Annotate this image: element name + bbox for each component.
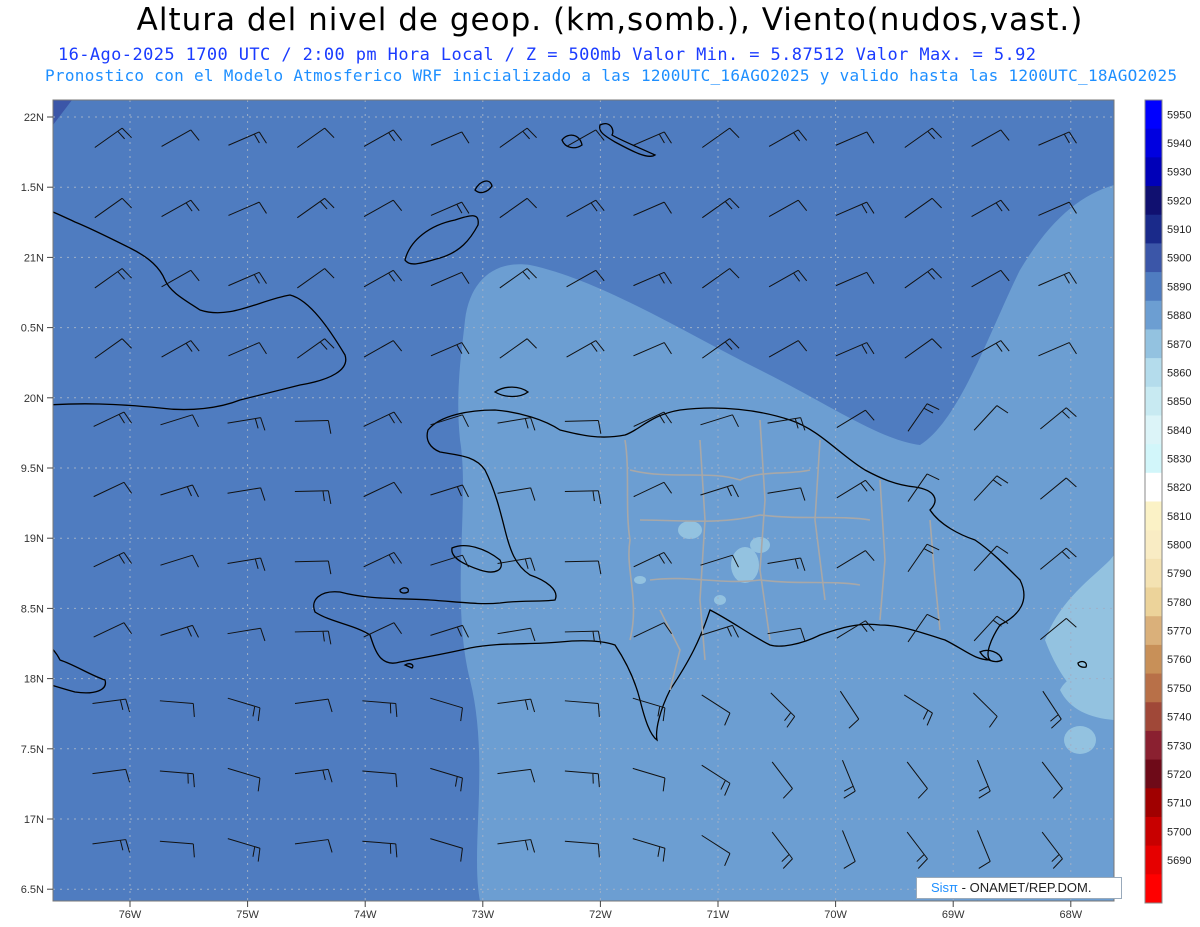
colorbar-swatch: [1145, 386, 1162, 416]
colorbar-label: 5850: [1167, 396, 1191, 408]
wind-barb: [977, 900, 991, 901]
lon-label: 72W: [589, 909, 612, 921]
colorbar-label: 5780: [1167, 597, 1191, 609]
colorbar: 5950 5940 5930 5920 5910 5900 5890 5880 5870 5860…: [1144, 99, 1191, 904]
lon-label: 75W: [236, 909, 259, 921]
forecast-map: 22N 1.5N 21N 0.5N 20N 9.5N 19N 8.5N 18N 7.5N 17N 6.…: [21, 99, 1191, 927]
lon-label: 70W: [824, 909, 847, 921]
colorbar-label: 5950: [1167, 109, 1191, 121]
wind-barb: [159, 902, 199, 927]
colorbar-label: 5710: [1167, 798, 1191, 810]
colorbar-label: 5790: [1167, 568, 1191, 580]
field-layer: [53, 100, 1114, 901]
colorbar-swatch: [1145, 272, 1162, 302]
lat-label: 19N: [24, 533, 44, 545]
lon-label: 73W: [471, 909, 494, 921]
colorbar-swatch: [1145, 128, 1162, 158]
lon-label: 76W: [119, 909, 142, 921]
colorbar-swatch: [1145, 759, 1162, 789]
colorbar-swatch: [1145, 501, 1162, 531]
lon-label: 68W: [1059, 909, 1082, 921]
credit-box: Sisπ - ONAMET/REP.DOM.: [916, 877, 1122, 899]
colorbar-swatch: [1145, 788, 1162, 818]
colorbar-swatch: [1145, 644, 1162, 675]
colorbar-swatch: [1145, 874, 1162, 904]
colorbar-swatch: [1145, 558, 1162, 589]
latitude-labels: 22N 1.5N 21N 0.5N 20N 9.5N 19N 8.5N 18N 7.5N 17N 6.…: [21, 112, 53, 896]
colorbar-label: 5870: [1167, 339, 1191, 351]
colorbar-swatch: [1145, 702, 1162, 732]
colorbar-swatch: [1145, 157, 1162, 187]
wind-barb: [295, 904, 335, 922]
colorbar-swatch: [1145, 816, 1162, 847]
colorbar-swatch: [1145, 100, 1162, 130]
credit-org: - ONAMET/REP.DOM.: [961, 880, 1092, 895]
lat-label: 0.5N: [21, 323, 44, 335]
colorbar-label: 5840: [1167, 425, 1191, 437]
lat-label: 18N: [24, 674, 44, 686]
wind-barb: [497, 904, 537, 922]
colorbar-swatch: [1145, 186, 1162, 216]
colorbar-swatch: [1145, 472, 1162, 502]
lat-label: 22N: [24, 112, 44, 124]
lat-label: 20N: [24, 393, 44, 405]
colorbar-label: 5760: [1167, 654, 1191, 666]
colorbar-swatch: [1145, 845, 1162, 875]
colorbar-label: 5830: [1167, 453, 1191, 465]
colorbar-label: 5860: [1167, 367, 1191, 379]
colorbar-swatch: [1145, 358, 1162, 388]
colorbar-swatch: [1145, 530, 1162, 560]
colorbar-label: 5820: [1167, 482, 1191, 494]
lon-label: 71W: [707, 909, 730, 921]
lat-label: 7.5N: [21, 744, 44, 756]
lon-label: 69W: [942, 909, 965, 921]
colorbar-label: 5900: [1167, 253, 1191, 265]
colorbar-label: 5890: [1167, 281, 1191, 293]
credit-brand: Sisπ: [931, 880, 959, 895]
colorbar-swatch: [1145, 587, 1162, 617]
colorbar-label: 5690: [1167, 855, 1191, 867]
lon-label: 74W: [354, 909, 377, 921]
wind-barb: [905, 899, 929, 927]
colorbar-label: 5730: [1167, 740, 1191, 752]
colorbar-swatch: [1145, 415, 1162, 445]
colorbar-label: 5920: [1167, 195, 1191, 207]
lat-label: 21N: [24, 252, 44, 264]
colorbar-label: 5800: [1167, 540, 1191, 552]
colorbar-label: 5930: [1167, 167, 1191, 179]
colorbar-swatch: [1145, 673, 1162, 703]
lat-label: 8.5N: [21, 603, 44, 615]
colorbar-swatch: [1145, 444, 1162, 474]
colorbar-swatch: [1145, 730, 1162, 761]
wind-barb: [632, 901, 670, 927]
wind-barb: [429, 901, 467, 927]
colorbar-label: 5910: [1167, 224, 1191, 236]
colorbar-swatch: [1145, 243, 1162, 273]
colorbar-label: 5750: [1167, 683, 1191, 695]
colorbar-swatch: [1145, 214, 1162, 244]
longitude-labels: 76W 75W 74W 73W 72W 71W 70W 69W 68W: [119, 901, 1083, 921]
colorbar-label: 5740: [1167, 712, 1191, 724]
colorbar-label: 5770: [1167, 626, 1191, 638]
lat-label: 9.5N: [21, 463, 44, 475]
lat-label: 17N: [24, 814, 44, 826]
colorbar-label: 5700: [1167, 826, 1191, 838]
colorbar-swatch: [1145, 329, 1162, 359]
colorbar-label: 5720: [1167, 769, 1191, 781]
colorbar-swatch: [1145, 616, 1162, 646]
colorbar-swatch: [1145, 300, 1162, 330]
colorbar-label: 5940: [1167, 138, 1191, 150]
lat-label: 6.5N: [21, 884, 44, 896]
colorbar-label: 5880: [1167, 310, 1191, 322]
colorbar-label: 5810: [1167, 511, 1191, 523]
lat-label: 1.5N: [21, 182, 44, 194]
wind-barb: [770, 899, 794, 927]
